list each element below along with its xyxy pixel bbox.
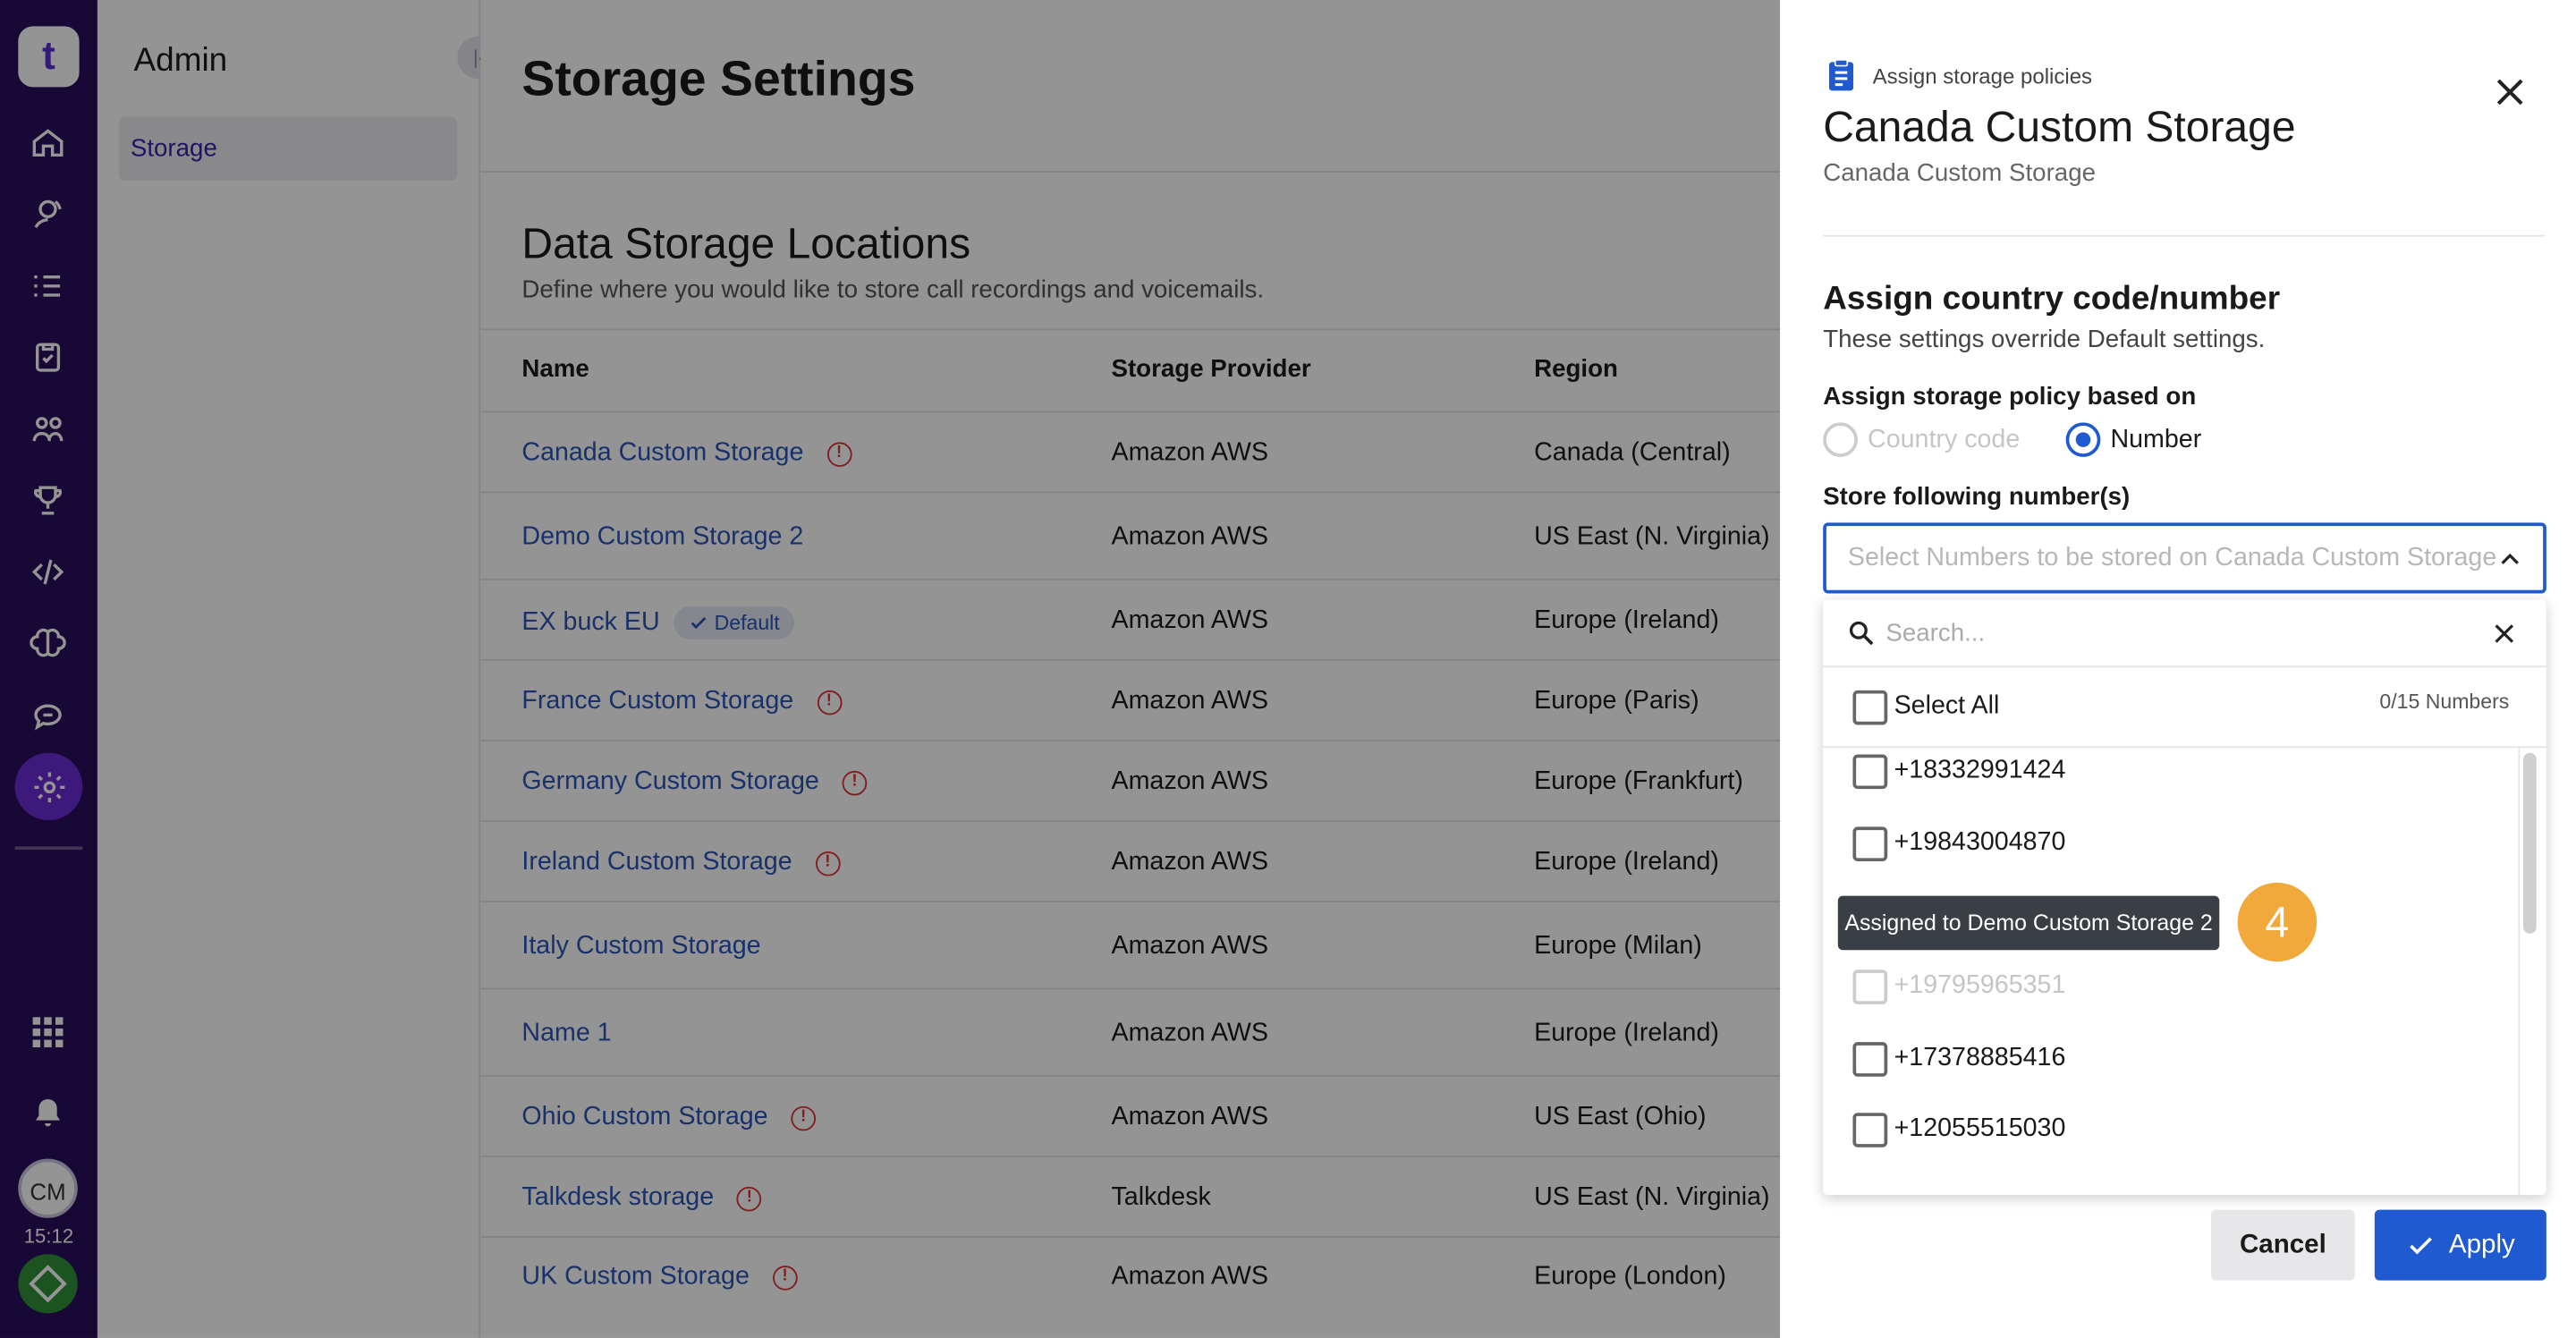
cancel-button[interactable]: Cancel xyxy=(2211,1209,2355,1281)
number-checkbox[interactable] xyxy=(1852,754,1888,790)
store-numbers-label: Store following number(s) xyxy=(1823,483,2131,512)
number-label: +19795965351 xyxy=(1894,971,2066,1000)
number-checkbox[interactable] xyxy=(1852,1042,1888,1077)
assign-section-subtitle: These settings override Default settings… xyxy=(1823,325,2266,354)
drawer-divider xyxy=(1823,234,2545,237)
chevron-up-icon[interactable] xyxy=(2496,546,2523,572)
radio-number-label: Number xyxy=(2110,425,2202,453)
number-checkbox[interactable] xyxy=(1852,1113,1888,1147)
number-checkbox xyxy=(1852,970,1888,1004)
radio-button[interactable] xyxy=(1823,422,1858,457)
radio-country-code-label: Country code xyxy=(1868,425,2021,453)
scrollbar-thumb[interactable] xyxy=(2522,752,2537,934)
selected-count: 0/15 Numbers xyxy=(2379,690,2510,714)
number-label: +19843004870 xyxy=(1894,828,2066,857)
check-icon xyxy=(2410,1236,2432,1254)
scrollbar-track xyxy=(2518,748,2521,1196)
select-all-row[interactable]: Select All 0/15 Numbers xyxy=(1823,667,2546,749)
close-icon[interactable] xyxy=(2490,72,2529,112)
assign-section-title: Assign country code/number xyxy=(1823,281,2281,318)
numbers-select[interactable]: Select Numbers to be stored on Canada Cu… xyxy=(1823,522,2546,594)
number-label: +17378885416 xyxy=(1894,1044,2066,1072)
dropdown-search xyxy=(1823,600,2546,668)
number-checkbox[interactable] xyxy=(1852,826,1888,862)
apply-button-label: Apply xyxy=(2448,1230,2515,1258)
number-label: +12055515030 xyxy=(1894,1114,2066,1143)
drawer-kicker: Assign storage policies xyxy=(1823,57,2092,93)
numbers-select-placeholder: Select Numbers to be stored on Canada Cu… xyxy=(1847,544,2497,572)
clear-search-icon[interactable] xyxy=(2490,620,2518,648)
clipboard-icon xyxy=(1828,59,1854,91)
radio-number[interactable]: Number xyxy=(2065,422,2202,457)
modal-backdrop[interactable] xyxy=(0,0,1781,1338)
radio-button-selected[interactable] xyxy=(2065,422,2101,457)
select-all-label: Select All xyxy=(1894,691,2000,720)
radio-country-code[interactable]: Country code xyxy=(1823,422,2020,457)
assigned-tooltip: Assigned to Demo Custom Storage 2 xyxy=(1837,895,2220,951)
select-all-checkbox[interactable] xyxy=(1852,690,1888,725)
search-input[interactable] xyxy=(1885,614,2448,651)
drawer-kicker-label: Assign storage policies xyxy=(1872,63,2093,89)
number-label: +18332991424 xyxy=(1894,756,2066,784)
drawer-title: Canada Custom Storage xyxy=(1823,101,2296,152)
step-marker: 4 xyxy=(2237,882,2318,962)
assign-policy-drawer: Assign storage policies Canada Custom St… xyxy=(1780,0,2576,1338)
drawer-subtitle: Canada Custom Storage xyxy=(1823,159,2097,188)
policy-basis-label: Assign storage policy based on xyxy=(1823,383,2197,411)
apply-button[interactable]: Apply xyxy=(2374,1209,2546,1281)
search-icon xyxy=(1849,621,1874,646)
